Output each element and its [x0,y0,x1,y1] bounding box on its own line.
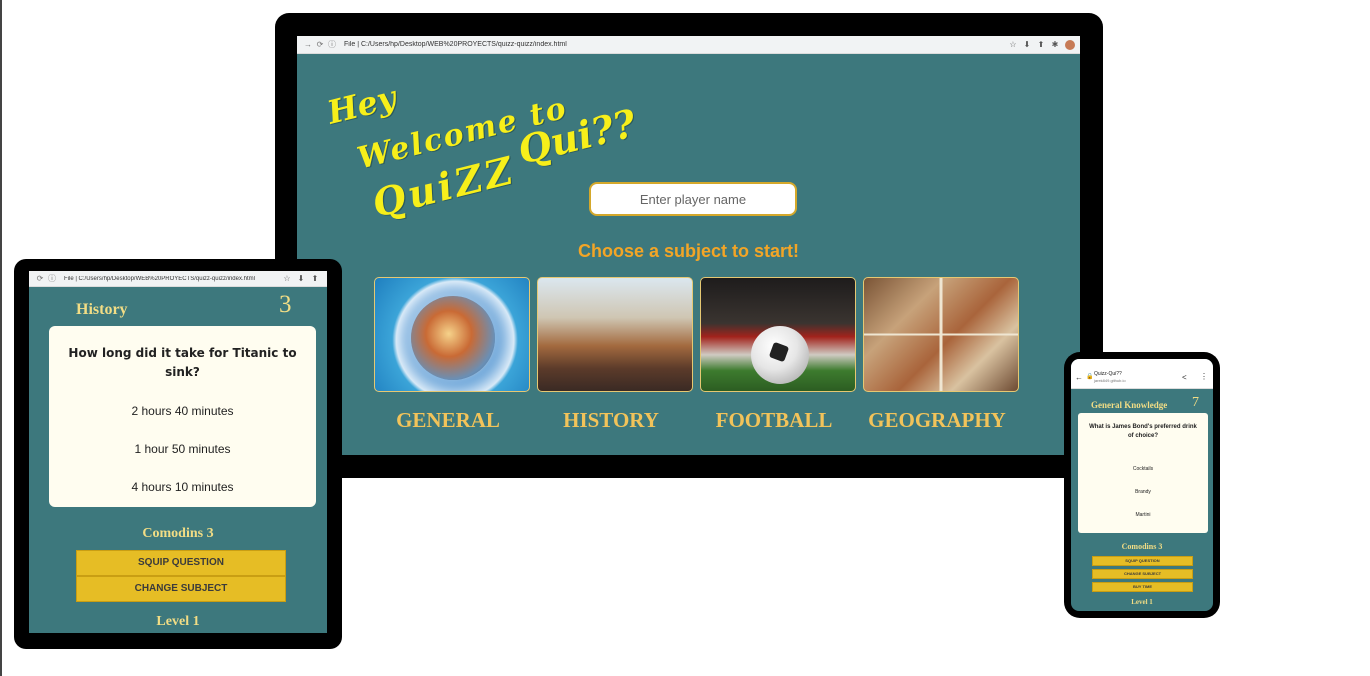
tablet-browser-bar: ⟳ ⓘ File | C:/Users/hp/Desktop/WEB%20PRO… [29,271,327,287]
skip-question-button[interactable]: SQUIP QUESTION [76,550,286,576]
score-counter: 7 [1192,395,1199,410]
comodins-count: Comodins 3 [1121,542,1163,551]
phone-browser-bar: ← 🔒 Quizz-Qui?? jarek849.github.io < ⋮ [1071,367,1213,389]
subject-label-history[interactable]: HISTORY [533,408,689,433]
page-edge-divider [0,0,2,676]
subject-label-geography[interactable]: GEOGRAPHY [859,408,1015,433]
star-icon[interactable]: ☆ [280,274,294,283]
current-subject: History [76,301,128,318]
answer-option[interactable]: Cocktails [1078,466,1208,472]
level-indicator: Level 1 [1131,598,1153,606]
answer-option[interactable]: Martini [1078,512,1208,518]
question-card: What is James Bond's preferred drink of … [1078,413,1208,533]
football-image [751,326,809,384]
question-card: How long did it take for Titanic to sink… [49,326,316,507]
reload-icon[interactable]: ⟳ [314,40,326,49]
lock-icon: 🔒 [1086,374,1094,380]
comodins-count: Comodins 3 [142,526,214,541]
choose-subject-title: Choose a subject to start! [577,241,800,261]
question-text: What is James Bond's preferred drink of … [1089,424,1197,439]
answer-option[interactable]: 1 hour 50 minutes [49,442,316,456]
forward-icon[interactable]: → [302,40,314,49]
phone-status-bar [1071,359,1213,367]
star-icon[interactable]: ☆ [1006,40,1020,49]
level-indicator: Level 1 [156,614,200,629]
upload-icon[interactable]: ⬆ [308,274,322,283]
phone-site-url: jarek849.github.io [1094,378,1126,383]
tablet-mockup: ⟳ ⓘ File | C:/Users/hp/Desktop/WEB%20PRO… [14,259,342,649]
puzzle-icon[interactable]: ✱ [1048,40,1062,49]
question-text: How long did it take for Titanic to sink… [68,346,297,379]
change-subject-button[interactable]: CHANGE SUBJECT [1092,569,1193,579]
globe-image [411,296,495,380]
profile-avatar[interactable] [1065,39,1075,50]
answer-option[interactable]: 2 hours 40 minutes [49,404,316,418]
score-counter: 3 [279,291,292,318]
phone-mockup: ← 🔒 Quizz-Qui?? jarek849.github.io < ⋮ G… [1064,352,1220,618]
phone-site-title: Quizz-Qui?? [1094,371,1122,377]
buy-time-button[interactable]: BUY TIME [1092,582,1193,592]
current-subject: General Knowledge [1091,400,1168,410]
player-name-input[interactable] [589,182,797,216]
subject-card-football[interactable] [700,277,856,392]
reload-icon[interactable]: ⟳ [34,274,46,283]
subject-card-geography[interactable] [863,277,1019,392]
back-arrow-icon[interactable]: ← [1075,373,1083,382]
welcome-hey: Hey [323,78,400,132]
more-menu-icon[interactable]: ⋮ [1200,372,1208,381]
desktop-browser-bar: → ⟳ ⓘ File | C:/Users/hp/Desktop/WEB%20P… [297,36,1080,54]
subject-label-general[interactable]: GENERAL [370,408,526,433]
tablet-screen: ⟳ ⓘ File | C:/Users/hp/Desktop/WEB%20PRO… [29,271,327,633]
skip-question-button[interactable]: SQUIP QUESTION [1092,556,1193,566]
phone-screen: ← 🔒 Quizz-Qui?? jarek849.github.io < ⋮ G… [1071,359,1213,611]
extension-icon[interactable]: ⬇ [1020,40,1034,49]
desktop-mockup: → ⟳ ⓘ File | C:/Users/hp/Desktop/WEB%20P… [275,13,1103,478]
subject-card-general[interactable] [374,277,530,392]
upload-icon[interactable]: ⬆ [1034,40,1048,49]
info-icon[interactable]: ⓘ [46,273,58,284]
info-icon[interactable]: ⓘ [326,39,338,50]
extension-icon[interactable]: ⬇ [294,274,308,283]
desktop-screen: → ⟳ ⓘ File | C:/Users/hp/Desktop/WEB%20P… [297,36,1080,455]
answer-option[interactable]: Brandy [1078,489,1208,495]
address-bar[interactable]: File | C:/Users/hp/Desktop/WEB%20PROYECT… [344,41,1006,48]
subject-label-football[interactable]: FOOTBALL [696,408,852,433]
change-subject-button[interactable]: CHANGE SUBJECT [76,576,286,602]
share-icon[interactable]: < [1182,373,1187,382]
tablet-address-bar[interactable]: File | C:/Users/hp/Desktop/WEB%20PROYECT… [64,276,280,282]
answer-option[interactable]: 4 hours 10 minutes [49,480,316,494]
subject-card-history[interactable] [537,277,693,392]
